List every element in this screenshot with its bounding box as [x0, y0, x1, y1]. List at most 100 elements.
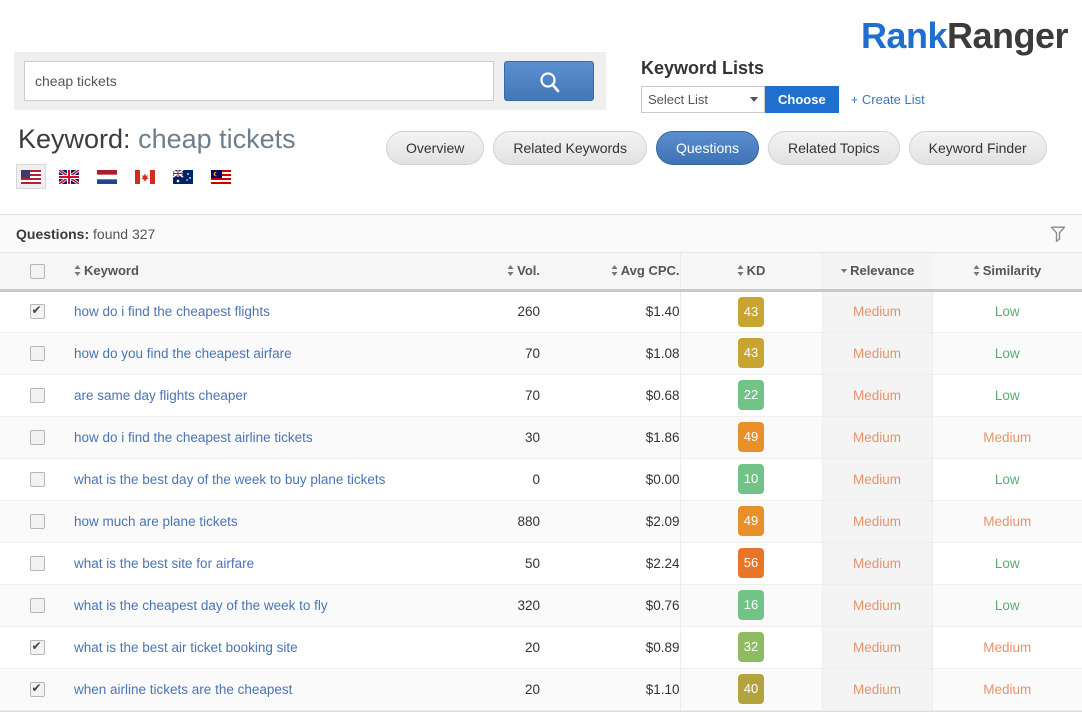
locale-flag-netherlands[interactable] [92, 164, 122, 189]
kd-badge: 56 [738, 548, 764, 578]
keyword-link[interactable]: how do i find the cheapest flights [74, 304, 270, 319]
column-header-keyword[interactable]: Keyword [74, 253, 440, 290]
row-kd-cell: 16 [680, 584, 822, 626]
locale-flag-malaysia[interactable] [206, 164, 236, 189]
row-vol-cell: 50 [440, 542, 540, 584]
column-header-vol[interactable]: Vol. [440, 253, 540, 290]
table-row: what is the cheapest day of the week to … [0, 584, 1082, 626]
keyword-link[interactable]: what is the best day of the week to buy … [74, 472, 385, 487]
row-checkbox[interactable] [30, 682, 45, 697]
tab-related-topics[interactable]: Related Topics [768, 131, 900, 165]
locale-flag-canada[interactable] [130, 164, 160, 189]
locale-flag-united-states[interactable] [16, 164, 46, 189]
row-checkbox[interactable] [30, 388, 45, 403]
vol-value: 70 [525, 388, 540, 403]
vol-value: 20 [525, 640, 540, 655]
row-cpc-cell: $2.24 [540, 542, 680, 584]
row-kd-cell: 32 [680, 626, 822, 668]
relevance-value: Medium [853, 346, 901, 361]
table-row: what is the best site for airfare 50$2.24… [0, 542, 1082, 584]
table-header-row: Keyword Vol. Avg CPC. [0, 253, 1082, 290]
keyword-link[interactable]: how much are plane tickets [74, 514, 238, 529]
kd-badge: 16 [738, 590, 764, 620]
row-checkbox[interactable] [30, 430, 45, 445]
keyword-link[interactable]: how do you find the cheapest airfare [74, 346, 292, 361]
row-vol-cell: 320 [440, 584, 540, 626]
row-checkbox[interactable] [30, 472, 45, 487]
row-relevance-cell: Medium [822, 626, 932, 668]
row-checkbox[interactable] [30, 514, 45, 529]
cpc-value: $1.08 [646, 346, 680, 361]
row-vol-cell: 70 [440, 374, 540, 416]
table-body: how do i find the cheapest flights260$1.… [0, 290, 1082, 710]
keyword-link[interactable]: what is the cheapest day of the week to … [74, 598, 328, 613]
row-vol-cell: 880 [440, 500, 540, 542]
kd-badge: 49 [738, 506, 764, 536]
select-list-dropdown[interactable]: Select List [641, 86, 765, 113]
table-row: how do you find the cheapest airfare70$1… [0, 332, 1082, 374]
row-cpc-cell: $1.86 [540, 416, 680, 458]
relevance-value: Medium [853, 598, 901, 613]
row-relevance-cell: Medium [822, 668, 932, 710]
tab-bar: Overview Related Keywords Questions Rela… [386, 131, 1047, 165]
row-checkbox[interactable] [30, 556, 45, 571]
row-cpc-cell: $1.40 [540, 290, 680, 332]
cpc-value: $1.86 [646, 430, 680, 445]
row-checkbox[interactable] [30, 598, 45, 613]
locale-flag-united-kingdom[interactable] [54, 164, 84, 189]
column-header-relevance[interactable]: Relevance [822, 253, 932, 290]
vol-value: 320 [517, 598, 540, 613]
row-cpc-cell: $1.08 [540, 332, 680, 374]
row-select-cell [0, 290, 74, 332]
cpc-value: $1.10 [646, 682, 680, 697]
row-similarity-cell: Low [932, 542, 1082, 584]
row-checkbox[interactable] [30, 346, 45, 361]
similarity-value: Medium [983, 640, 1031, 655]
keyword-link[interactable]: when airline tickets are the cheapest [74, 682, 292, 697]
choose-button[interactable]: Choose [765, 86, 839, 113]
keyword-link[interactable]: how do i find the cheapest airline ticke… [74, 430, 313, 445]
table-row: how much are plane tickets880$2.0949Medi… [0, 500, 1082, 542]
row-similarity-cell: Medium [932, 668, 1082, 710]
row-kd-cell: 49 [680, 500, 822, 542]
locale-flag-australia[interactable] [168, 164, 198, 189]
table-header: Keyword Vol. Avg CPC. [0, 253, 1082, 290]
column-header-keyword-label: Keyword [84, 263, 139, 278]
brand-logo-ranger: Ranger [947, 15, 1068, 56]
similarity-value: Medium [983, 514, 1031, 529]
row-similarity-cell: Medium [932, 626, 1082, 668]
column-header-similarity[interactable]: Similarity [932, 253, 1082, 290]
similarity-value: Low [995, 304, 1020, 319]
vol-value: 880 [517, 514, 540, 529]
tab-questions[interactable]: Questions [656, 131, 759, 165]
sort-both-icon [611, 265, 618, 276]
keyword-link[interactable]: what is the best site for airfare [74, 556, 254, 571]
sort-both-icon [74, 265, 81, 276]
row-select-cell [0, 458, 74, 500]
column-header-kd[interactable]: KD [680, 253, 822, 290]
tab-overview[interactable]: Overview [386, 131, 484, 165]
search-input[interactable] [24, 61, 494, 101]
tab-keyword-finder[interactable]: Keyword Finder [909, 131, 1047, 165]
tab-related-keywords[interactable]: Related Keywords [493, 131, 647, 165]
column-header-relevance-label: Relevance [850, 263, 914, 278]
column-header-kd-label: KD [747, 263, 766, 278]
keyword-link[interactable]: are same day flights cheaper [74, 388, 247, 403]
row-similarity-cell: Low [932, 332, 1082, 374]
keyword-link[interactable]: what is the best air ticket booking site [74, 640, 298, 655]
relevance-value: Medium [853, 640, 901, 655]
row-similarity-cell: Medium [932, 416, 1082, 458]
select-all-checkbox[interactable] [30, 264, 45, 279]
search-button[interactable] [504, 61, 594, 101]
create-list-link[interactable]: + Create List [851, 92, 925, 107]
row-checkbox[interactable] [30, 640, 45, 655]
filter-funnel-icon[interactable] [1050, 225, 1066, 243]
relevance-value: Medium [853, 514, 901, 529]
similarity-value: Medium [983, 682, 1031, 697]
column-header-avg-cpc[interactable]: Avg CPC. [540, 253, 680, 290]
row-select-cell [0, 584, 74, 626]
questions-panel: Questions: found 327 Keyword [0, 214, 1082, 712]
row-checkbox[interactable] [30, 304, 45, 319]
row-kd-cell: 56 [680, 542, 822, 584]
row-keyword-cell: are same day flights cheaper [74, 374, 440, 416]
